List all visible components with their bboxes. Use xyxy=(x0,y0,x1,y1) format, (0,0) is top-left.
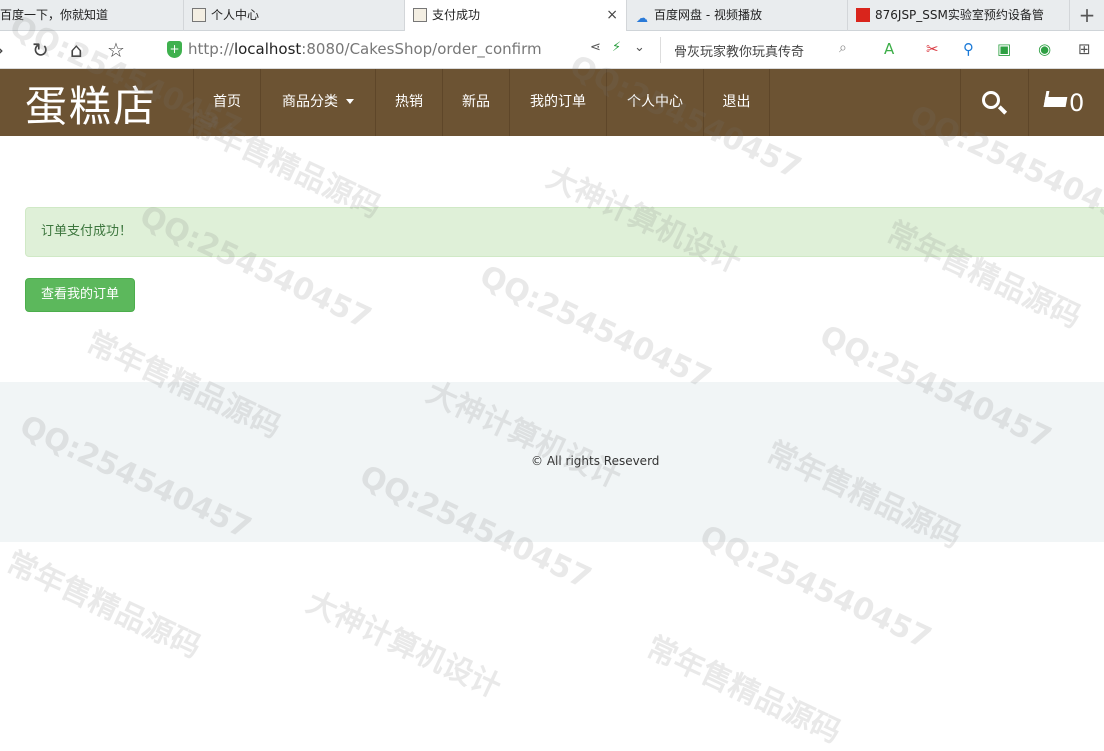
nav-item-my-orders[interactable]: 我的订单 xyxy=(509,69,606,136)
cart-icon xyxy=(1043,91,1069,107)
cart-count: 0 xyxy=(1069,89,1085,117)
tab-label: 百度一下，你就知道 xyxy=(0,8,109,22)
tab-label: 876JSP_SSM实验室预约设备管 xyxy=(875,8,1044,22)
flag-icon xyxy=(856,8,870,22)
watermark: 常年售精品源码 xyxy=(640,629,847,751)
site-navbar: 蛋糕店 首页 商品分类 热销 新品 我的订单 个人中心 退出 0 xyxy=(0,69,1104,136)
star-icon[interactable]: ☆ xyxy=(107,39,125,61)
reload-icon[interactable]: ↻ xyxy=(32,39,49,61)
watermark: 常年售精品源码 xyxy=(0,544,207,666)
tab-lab-booking[interactable]: 876JSP_SSM实验室预约设备管 xyxy=(848,0,1070,31)
caret-down-icon xyxy=(346,99,354,104)
nav-item-categories[interactable]: 商品分类 xyxy=(260,69,375,136)
tab-baidu-pan[interactable]: ☁ 百度网盘 - 视频播放 xyxy=(627,0,848,31)
nav-item-personal-center[interactable]: 个人中心 xyxy=(606,69,703,136)
browser-tab-bar: 百度一下，你就知道 个人中心 支付成功 × ☁ 百度网盘 - 视频播放 876JS… xyxy=(0,0,1104,32)
magnifier-extension-icon[interactable]: ⚲ xyxy=(963,40,974,58)
search-icon xyxy=(982,91,1000,109)
tab-personal-center[interactable]: 个人中心 xyxy=(184,0,405,31)
tab-payment-success[interactable]: 支付成功 × xyxy=(405,0,627,32)
translate-extension-icon[interactable]: A xyxy=(884,40,894,58)
scissors-icon[interactable]: ✂ xyxy=(926,40,939,58)
view-orders-button[interactable]: 查看我的订单 xyxy=(25,278,135,312)
nav-item-logout[interactable]: 退出 xyxy=(703,69,770,136)
alert-text: 订单支付成功！ xyxy=(41,224,133,239)
tab-label: 百度网盘 - 视频播放 xyxy=(654,8,762,22)
site-footer: © All rights Reseverd xyxy=(0,382,1104,542)
nav-cart-button[interactable]: 0 xyxy=(1028,69,1104,136)
nav-item-new[interactable]: 新品 xyxy=(442,69,509,136)
page-favicon-icon xyxy=(192,8,206,22)
search-box[interactable]: 骨灰玩家教你玩真传奇 ⌕ xyxy=(660,37,860,63)
copyright-text: © All rights Reseverd xyxy=(531,454,660,468)
tab-label: 支付成功 xyxy=(432,8,481,22)
address-bar[interactable]: + http://localhost:8080/CakesShop/order_… xyxy=(150,37,660,63)
game-controller-icon[interactable]: ▣ xyxy=(997,40,1011,58)
success-alert: 订单支付成功！ xyxy=(25,207,1104,257)
tab-baidu[interactable]: 百度一下，你就知道 xyxy=(0,0,184,31)
home-icon[interactable]: ⌂ xyxy=(70,39,83,61)
watermark: 大神计算机设计 xyxy=(300,584,507,706)
lightning-icon[interactable]: ⚡ xyxy=(612,40,621,55)
search-icon[interactable]: ⌕ xyxy=(839,40,847,56)
share-icon[interactable]: ⋖ xyxy=(590,40,601,55)
page-favicon-icon xyxy=(413,8,427,22)
new-tab-button[interactable]: + xyxy=(1072,0,1102,31)
tab-close-icon[interactable]: × xyxy=(606,0,618,31)
browser-toolbar: › ↻ ⌂ ☆ + http://localhost:8080/CakesSho… xyxy=(0,31,1104,69)
cloud-icon: ☁ xyxy=(636,11,648,25)
site-brand[interactable]: 蛋糕店 xyxy=(25,73,157,134)
nav-search-button[interactable] xyxy=(960,69,1028,136)
forward-icon[interactable]: › xyxy=(0,39,4,61)
nav-item-hot[interactable]: 热销 xyxy=(375,69,442,136)
tab-label: 个人中心 xyxy=(211,8,260,22)
security-shield-icon: + xyxy=(167,41,182,58)
watermark: QQ:254540457 xyxy=(474,258,717,397)
address-url: http://localhost:8080/CakesShop/order_co… xyxy=(188,40,542,58)
search-suggestion: 骨灰玩家教你玩真传奇 xyxy=(674,45,805,60)
chevron-down-icon[interactable]: ⌄ xyxy=(634,40,645,55)
shield-extension-icon[interactable]: ◉ xyxy=(1038,40,1051,58)
apps-grid-icon[interactable]: ⊞ xyxy=(1078,40,1091,58)
nav-item-home[interactable]: 首页 xyxy=(193,69,260,136)
